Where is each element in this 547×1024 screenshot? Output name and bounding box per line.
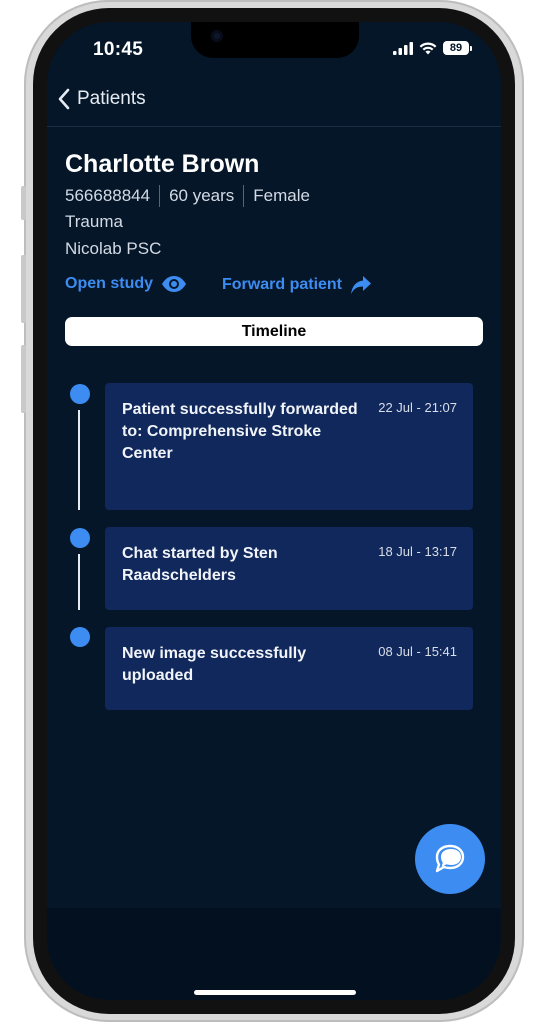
timeline-dot [70,627,90,647]
patient-category: Trauma [65,212,123,231]
patient-name: Charlotte Brown [65,150,260,178]
status-icons: 89 [393,41,472,55]
timeline-dot [70,384,90,404]
nav-divider [47,126,501,127]
cellular-signal-icon [393,41,413,55]
battery-icon: 89 [443,41,472,55]
event-text: New image successfully uploaded [122,645,307,684]
event-time: 18 Jul - 13:17 [378,544,457,559]
app-screen: 10:45 89 Patients Charlotte Brown 566688… [47,22,501,1000]
volume-up-button [21,255,26,323]
event-time: 08 Jul - 15:41 [378,644,457,659]
event-text: Patient successfully forwarded to: Compr… [122,401,358,462]
meta-divider [243,185,245,207]
timeline-dot [70,528,90,548]
bottom-area [47,908,501,1000]
chat-bubbles-icon [435,844,465,873]
event-time: 22 Jul - 21:07 [378,400,457,415]
wifi-icon [419,41,437,54]
front-camera [211,30,223,42]
patient-hospital: Nicolab PSC [65,239,162,258]
patient-id: 566688844 [65,186,151,205]
share-arrow-icon [351,276,372,294]
meta-divider [159,185,161,207]
eye-icon [162,276,187,292]
status-time: 10:45 [93,39,144,60]
patient-meta: 566688844 60 years Female [65,185,310,207]
forward-patient-label: Forward patient [222,276,343,293]
notch [191,22,359,58]
volume-down-button [21,345,26,413]
tab-timeline[interactable]: Timeline [65,317,483,346]
timeline-event-card[interactable]: Chat started by Sten Raadschelders 18 Ju… [105,527,473,610]
mute-switch [21,186,26,220]
chevron-left-icon [58,88,70,110]
timeline-connector [78,410,80,510]
open-study-label: Open study [65,275,154,292]
timeline-connector [78,554,80,610]
timeline-event-card[interactable]: Patient successfully forwarded to: Compr… [105,383,473,510]
event-text: Chat started by Sten Raadschelders [122,545,278,584]
back-label: Patients [77,88,146,109]
home-indicator [194,990,356,995]
timeline-event-card[interactable]: New image successfully uploaded 08 Jul -… [105,627,473,710]
battery-level: 89 [449,42,463,54]
chat-button[interactable] [415,824,485,894]
open-study-button[interactable]: Open study [65,275,187,293]
patient-sex: Female [253,186,310,205]
forward-patient-button[interactable]: Forward patient [222,275,372,295]
back-button[interactable]: Patients [57,88,146,110]
patient-age: 60 years [169,186,235,205]
